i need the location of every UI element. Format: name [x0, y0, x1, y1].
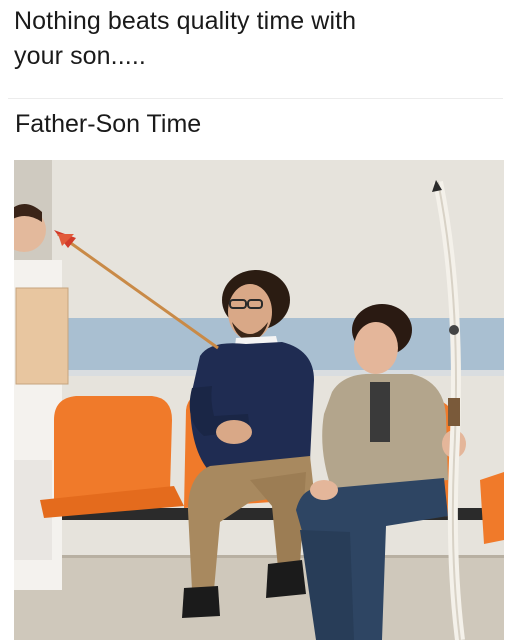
photo-illustration: [14, 160, 504, 640]
floor: [14, 555, 504, 640]
chair-left: [40, 396, 184, 518]
divider: [8, 98, 503, 99]
caption-line-1: Nothing beats quality time with: [14, 7, 357, 35]
meme-caption: Nothing beats quality time with your son…: [14, 4, 504, 74]
meme-photo: [14, 160, 504, 640]
nurse-figure: [14, 204, 69, 590]
post-title: Father-Son Time: [15, 110, 202, 138]
caption-line-2: your son.....: [14, 42, 146, 70]
